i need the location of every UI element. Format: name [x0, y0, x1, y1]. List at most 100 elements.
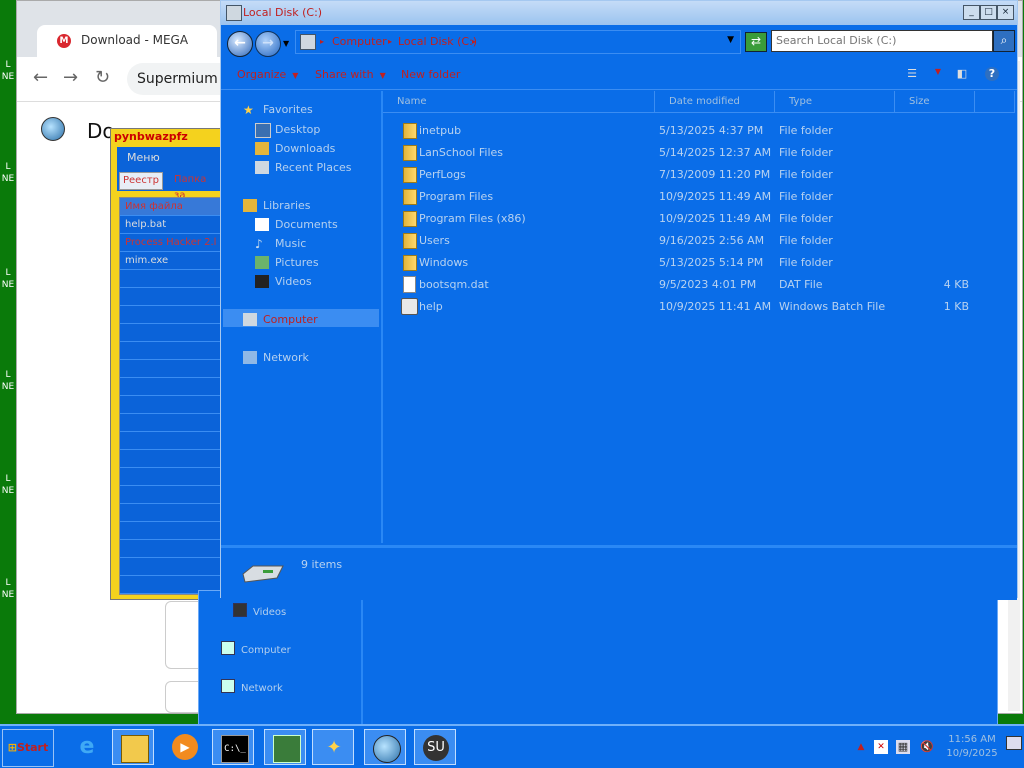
taskbar-app-wand[interactable]: ✦: [312, 729, 354, 765]
file-name: LanSchool Files: [419, 146, 503, 159]
file-name: help: [419, 300, 443, 313]
back-button[interactable]: ←: [227, 31, 253, 57]
history-dropdown-icon[interactable]: ▼: [283, 39, 289, 48]
search-icon[interactable]: ⌕: [993, 30, 1015, 52]
list-item[interactable]: mim.exe: [120, 252, 222, 270]
back-arrow-icon[interactable]: ←: [33, 67, 48, 88]
rusapp-window[interactable]: pynbwazpfz Меню Реестр Папка за Имя файл…: [110, 128, 224, 600]
address-bar[interactable]: ▸ Computer ▸ Local Disk (C:) ▸ ▼: [295, 30, 741, 54]
tray-expand-icon[interactable]: ▲: [854, 740, 868, 754]
nav-item-documents[interactable]: Documents: [255, 218, 338, 231]
nav-item-favorites[interactable]: ★ Favorites: [243, 103, 313, 117]
file-date: 5/13/2025 4:37 PM: [659, 124, 764, 137]
details-pane: 9 items: [221, 545, 1017, 600]
rusapp-tab-folder[interactable]: Папка за: [171, 172, 223, 201]
computer-icon: [300, 34, 316, 50]
nav-item-pictures[interactable]: Pictures: [255, 256, 319, 269]
chevron-down-icon[interactable]: ▼: [727, 35, 734, 45]
nav-item-desktop[interactable]: Desktop: [255, 123, 320, 138]
desktop-icon-label: NE: [1, 486, 15, 496]
minimize-button[interactable]: _: [963, 5, 980, 20]
folder-icon: [403, 255, 417, 271]
list-item[interactable]: help.bat: [120, 216, 222, 234]
forward-arrow-icon[interactable]: →: [63, 67, 78, 88]
nav-item-videos[interactable]: Videos: [255, 275, 312, 288]
chevron-down-icon[interactable]: ▼: [931, 67, 945, 81]
list-item: [120, 450, 222, 468]
nav-item-computer[interactable]: Computer: [243, 313, 318, 326]
table-row[interactable]: Program Files (x86) 10/9/2025 11:49 AM F…: [383, 208, 1015, 230]
tray-clock[interactable]: 11:56 AM 10/9/2025: [942, 733, 1002, 761]
videos-icon: [233, 603, 247, 617]
view-options-icon[interactable]: ☰: [905, 67, 919, 81]
taskbar-app-ie[interactable]: e: [66, 729, 108, 765]
explorer-window[interactable]: Local Disk (C:) _ □ × ← → ▼ ▸ Computer ▸…: [220, 0, 1018, 600]
list-item[interactable]: Process Hacker 2.l: [120, 234, 222, 252]
network-icon[interactable]: ▦: [896, 740, 910, 754]
table-row[interactable]: Program Files 10/9/2025 11:49 AM File fo…: [383, 186, 1015, 208]
preview-pane-icon[interactable]: ◧: [955, 67, 969, 81]
list-item: [120, 324, 222, 342]
file-name: inetpub: [419, 124, 462, 137]
table-row[interactable]: Users 9/16/2025 2:56 AM File folder: [383, 230, 1015, 252]
nav-item-recent-places[interactable]: Recent Places: [255, 161, 352, 174]
nav-item-network[interactable]: Network: [243, 351, 309, 364]
forward-button[interactable]: →: [255, 31, 281, 57]
close-button[interactable]: ×: [997, 5, 1014, 20]
maximize-button[interactable]: □: [980, 5, 997, 20]
desktop-icon: [255, 123, 271, 138]
table-row[interactable]: bootsqm.dat 9/5/2023 4:01 PM DAT File 4 …: [383, 274, 1015, 296]
table-row[interactable]: help 10/9/2025 11:41 AM Windows Batch Fi…: [383, 296, 1015, 318]
rusapp-tabs: Реестр Папка за: [117, 169, 223, 201]
table-row[interactable]: PerfLogs 7/13/2009 11:20 PM File folder: [383, 164, 1015, 186]
column-header-date[interactable]: Date modified: [655, 91, 775, 113]
start-button[interactable]: ⊞Start: [2, 729, 54, 767]
taskmgr-icon: [273, 735, 301, 763]
rusapp-tab-registry[interactable]: Реестр: [119, 172, 164, 190]
search-box[interactable]: [771, 30, 993, 52]
organize-button[interactable]: Organize ▼: [237, 68, 298, 81]
explorer-window-back[interactable]: Videos Computer Network: [198, 590, 998, 726]
table-row[interactable]: inetpub 5/13/2025 4:37 PM File folder: [383, 120, 1015, 142]
reload-icon[interactable]: ↻: [95, 67, 110, 88]
table-row[interactable]: LanSchool Files 5/14/2025 12:37 AM File …: [383, 142, 1015, 164]
taskbar-app-cmd[interactable]: C:\_: [212, 729, 254, 765]
rusapp-menu-item[interactable]: Меню: [127, 151, 160, 164]
file-name: Program Files (x86): [419, 212, 526, 225]
nav-item-downloads[interactable]: Downloads: [255, 142, 335, 155]
new-folder-button[interactable]: New folder: [401, 68, 460, 81]
volume-muted-icon[interactable]: 🔇: [920, 740, 934, 754]
column-header-size[interactable]: Size: [895, 91, 975, 113]
taskbar-app-taskmgr[interactable]: [264, 729, 306, 765]
drive-icon: [226, 5, 242, 21]
column-header-name[interactable]: Name: [383, 91, 655, 113]
taskbar-app-explorer[interactable]: [112, 729, 154, 765]
nav-item-music[interactable]: ♪ Music: [255, 237, 306, 251]
table-row[interactable]: Windows 5/13/2025 5:14 PM File folder: [383, 252, 1015, 274]
file-size: 1 KB: [943, 300, 969, 313]
taskbar-app-globe[interactable]: [364, 729, 406, 765]
taskbar-app-supermium[interactable]: SU: [414, 729, 456, 765]
downloads-icon: [255, 142, 269, 155]
column-header-type[interactable]: Type: [775, 91, 895, 113]
desktop-icon-label: NE: [1, 382, 15, 392]
item-count: 9 items: [301, 558, 343, 571]
show-desktop-icon[interactable]: [1006, 736, 1022, 750]
explorer-titlebar[interactable]: Local Disk (C:) _ □ ×: [221, 1, 1017, 25]
browser-tab[interactable]: M Download - MEGA: [37, 25, 217, 57]
rusapp-list-header[interactable]: Имя файла: [120, 198, 222, 216]
action-center-icon[interactable]: ✕: [874, 740, 888, 754]
breadcrumb-local-disk[interactable]: Local Disk (C:): [398, 35, 477, 48]
file-name: Windows: [419, 256, 469, 269]
file-type: File folder: [779, 146, 833, 159]
taskbar-app-media[interactable]: ▶: [164, 729, 206, 765]
breadcrumb-computer[interactable]: Computer: [332, 35, 387, 48]
refresh-button[interactable]: ⇄: [745, 32, 767, 52]
search-input[interactable]: [772, 31, 990, 49]
nav-item-computer[interactable]: Computer: [221, 641, 291, 656]
nav-item-videos[interactable]: Videos: [233, 603, 286, 618]
help-icon[interactable]: ?: [985, 67, 999, 81]
share-with-button[interactable]: Share with ▼: [315, 68, 386, 81]
nav-item-network[interactable]: Network: [221, 679, 283, 694]
nav-item-libraries[interactable]: Libraries: [243, 199, 311, 212]
